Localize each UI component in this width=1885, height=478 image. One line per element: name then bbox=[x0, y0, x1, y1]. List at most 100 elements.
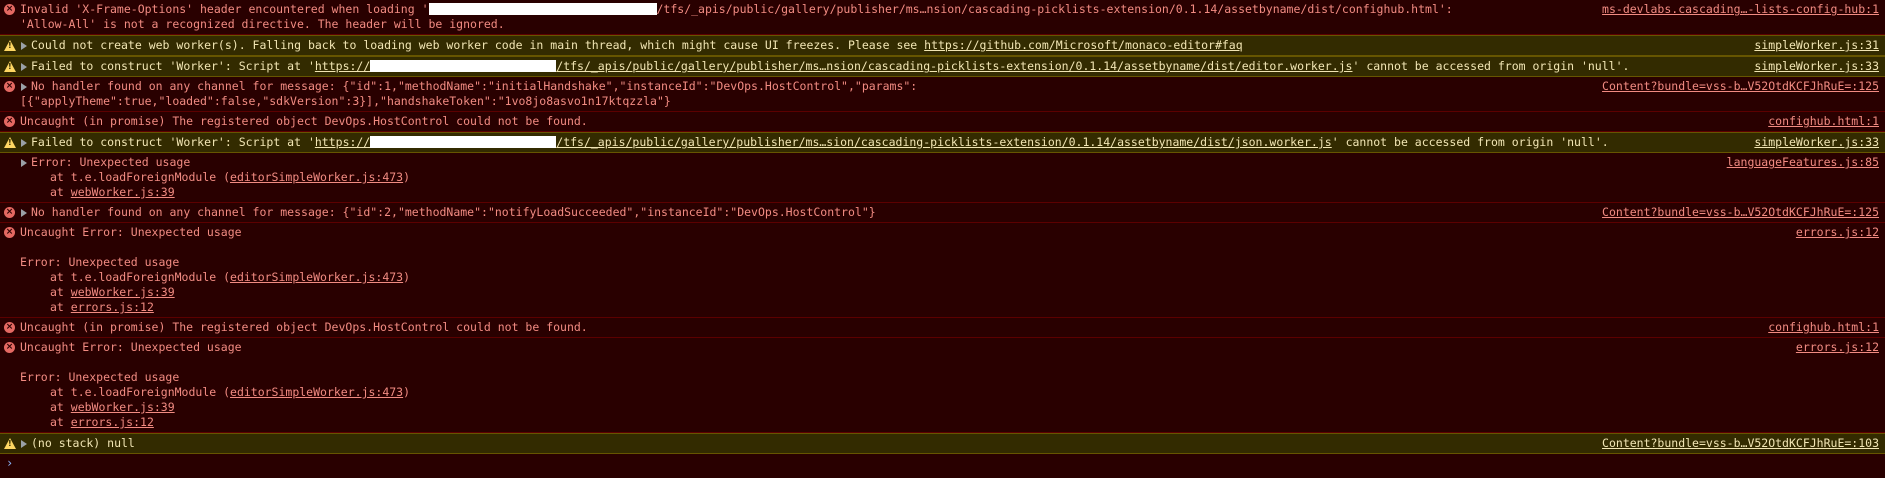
stack-frame-text: at bbox=[50, 285, 71, 299]
console-message-error[interactable]: Error: Unexpected usage at t.e.loadForei… bbox=[0, 153, 1885, 203]
warning-triangle-icon bbox=[4, 40, 16, 51]
worker-url-link[interactable]: https:// /tfs/_apis/public/gallery/publis… bbox=[315, 135, 1332, 149]
stack-frame-link[interactable]: webWorker.js:39 bbox=[71, 285, 175, 299]
message-body[interactable]: Error: Unexpected usage at t.e.loadForei… bbox=[20, 155, 1707, 200]
error-detail: Error: Unexpected usage bbox=[20, 370, 180, 384]
source-link[interactable]: simpleWorker.js:33 bbox=[1734, 135, 1879, 150]
gutter: × bbox=[4, 79, 20, 94]
message-text: Uncaught Error: Unexpected usage bbox=[20, 225, 242, 239]
expand-triangle-icon[interactable] bbox=[21, 62, 27, 71]
expand-triangle-icon[interactable] bbox=[21, 41, 27, 50]
stack-frame-text: at bbox=[50, 300, 71, 314]
error-circle-icon: × bbox=[4, 227, 15, 238]
gutter bbox=[4, 436, 20, 451]
expand-triangle-icon[interactable] bbox=[21, 138, 27, 147]
error-detail: Error: Unexpected usage bbox=[20, 255, 180, 269]
redacted-url bbox=[370, 60, 557, 72]
message-text: (no stack) null bbox=[31, 436, 135, 450]
warning-triangle-icon bbox=[4, 61, 16, 72]
stack-frame-text: ) bbox=[403, 270, 411, 284]
gutter: × bbox=[4, 225, 20, 240]
console-message-error[interactable]: × Uncaught Error: Unexpected usage Error… bbox=[0, 223, 1885, 318]
stack-frame: at webWorker.js:39 bbox=[20, 400, 175, 414]
source-link[interactable]: ms-devlabs.cascading…-lists-config-hub:1 bbox=[1582, 2, 1879, 17]
redacted-url bbox=[370, 136, 557, 148]
console-message-error[interactable]: × No handler found on any channel for me… bbox=[0, 77, 1885, 112]
console-message-warning[interactable]: Could not create web worker(s). Falling … bbox=[0, 35, 1885, 56]
stack-frame-link[interactable]: webWorker.js:39 bbox=[71, 185, 175, 199]
message-text: Uncaught (in promise) The registered obj… bbox=[20, 114, 588, 128]
message-body[interactable]: Uncaught Error: Unexpected usage Error: … bbox=[20, 225, 1776, 315]
stack-frame: at t.e.loadForeignModule (editorSimpleWo… bbox=[20, 270, 410, 284]
message-prefix: Failed to construct 'Worker': Script at … bbox=[31, 135, 315, 149]
gutter: × bbox=[4, 2, 20, 17]
message-suffix: ' cannot be accessed from origin 'null'. bbox=[1331, 135, 1609, 149]
devtools-console: × Invalid 'X-Frame-Options' header encou… bbox=[0, 0, 1885, 478]
gutter: × bbox=[4, 114, 20, 129]
message-body[interactable]: Could not create web worker(s). Falling … bbox=[20, 38, 1734, 53]
message-text: Could not create web worker(s). Falling … bbox=[31, 38, 925, 52]
console-message-warning[interactable]: Failed to construct 'Worker': Script at … bbox=[0, 132, 1885, 153]
console-message-warning[interactable]: Failed to construct 'Worker': Script at … bbox=[0, 56, 1885, 77]
warning-triangle-icon bbox=[4, 438, 16, 449]
message-body[interactable]: No handler found on any channel for mess… bbox=[20, 79, 1582, 109]
source-link[interactable]: errors.js:12 bbox=[1776, 225, 1879, 240]
gutter bbox=[4, 59, 20, 74]
message-body[interactable]: No handler found on any channel for mess… bbox=[20, 205, 1582, 220]
console-message-error[interactable]: × Uncaught (in promise) The registered o… bbox=[0, 318, 1885, 338]
url-start: https:// bbox=[314, 135, 371, 149]
error-circle-icon: × bbox=[4, 4, 15, 15]
source-link[interactable]: simpleWorker.js:31 bbox=[1734, 38, 1879, 53]
expand-triangle-icon[interactable] bbox=[21, 158, 27, 167]
stack-frame-link[interactable]: errors.js:12 bbox=[71, 300, 154, 314]
message-text: Uncaught (in promise) The registered obj… bbox=[20, 320, 588, 334]
message-body[interactable]: Uncaught Error: Unexpected usage Error: … bbox=[20, 340, 1776, 430]
expand-triangle-icon[interactable] bbox=[21, 208, 27, 217]
stack-frame-link[interactable]: errors.js:12 bbox=[71, 415, 154, 429]
message-text: No handler found on any channel for mess… bbox=[31, 79, 918, 93]
console-message-error[interactable]: × No handler found on any channel for me… bbox=[0, 203, 1885, 223]
source-link[interactable]: languageFeatures.js:85 bbox=[1707, 155, 1879, 170]
stack-frame-text: ) bbox=[403, 385, 411, 399]
message-prefix: Failed to construct 'Worker': Script at … bbox=[31, 59, 315, 73]
source-link[interactable]: Content?bundle=vss-b…V52OtdKCFJhRuE=:103 bbox=[1582, 436, 1879, 451]
message-body[interactable]: Uncaught (in promise) The registered obj… bbox=[20, 320, 1748, 335]
console-message-error[interactable]: × Invalid 'X-Frame-Options' header encou… bbox=[0, 0, 1885, 35]
error-circle-icon: × bbox=[4, 116, 15, 127]
stack-frame-link[interactable]: editorSimpleWorker.js:473 bbox=[230, 170, 403, 184]
stack-frame: at webWorker.js:39 bbox=[20, 285, 175, 299]
message-text-line2: 'Allow-All' is not a recognized directiv… bbox=[20, 17, 505, 31]
faq-link[interactable]: https://github.com/Microsoft/monaco-edit… bbox=[924, 38, 1243, 52]
source-link[interactable]: confighub.html:1 bbox=[1748, 320, 1879, 335]
console-message-warning[interactable]: (no stack) null Content?bundle=vss-b…V52… bbox=[0, 433, 1885, 454]
gutter bbox=[4, 38, 20, 53]
stack-frame: at t.e.loadForeignModule (editorSimpleWo… bbox=[20, 170, 410, 184]
console-message-error[interactable]: × Uncaught (in promise) The registered o… bbox=[0, 112, 1885, 132]
message-body[interactable]: (no stack) null bbox=[20, 436, 1582, 451]
message-body[interactable]: Failed to construct 'Worker': Script at … bbox=[20, 59, 1734, 74]
stack-frame: at t.e.loadForeignModule (editorSimpleWo… bbox=[20, 385, 410, 399]
message-text-line2: [{"applyTheme":true,"loaded":false,"sdkV… bbox=[20, 94, 671, 108]
stack-frame-text: ) bbox=[403, 170, 411, 184]
stack-frame: at webWorker.js:39 bbox=[20, 185, 175, 199]
expand-triangle-icon[interactable] bbox=[21, 439, 27, 448]
worker-url-link[interactable]: https:// /tfs/_apis/public/gallery/publis… bbox=[315, 59, 1353, 73]
source-link[interactable]: errors.js:12 bbox=[1776, 340, 1879, 355]
error-circle-icon: × bbox=[4, 207, 15, 218]
message-body[interactable]: Failed to construct 'Worker': Script at … bbox=[20, 135, 1734, 150]
source-link[interactable]: simpleWorker.js:33 bbox=[1734, 59, 1879, 74]
source-link[interactable]: Content?bundle=vss-b…V52OtdKCFJhRuE=:125 bbox=[1582, 79, 1879, 94]
stack-frame-link[interactable]: editorSimpleWorker.js:473 bbox=[230, 270, 403, 284]
message-body[interactable]: Uncaught (in promise) The registered obj… bbox=[20, 114, 1748, 129]
message-suffix: ' cannot be accessed from origin 'null'. bbox=[1352, 59, 1630, 73]
source-link[interactable]: Content?bundle=vss-b…V52OtdKCFJhRuE=:125 bbox=[1582, 205, 1879, 220]
console-message-error[interactable]: × Uncaught Error: Unexpected usage Error… bbox=[0, 338, 1885, 433]
expand-triangle-icon[interactable] bbox=[21, 82, 27, 91]
message-body[interactable]: Invalid 'X-Frame-Options' header encount… bbox=[20, 2, 1582, 32]
stack-frame-link[interactable]: editorSimpleWorker.js:473 bbox=[230, 385, 403, 399]
stack-frame-link[interactable]: webWorker.js:39 bbox=[71, 400, 175, 414]
source-link[interactable]: confighub.html:1 bbox=[1748, 114, 1879, 129]
url-start: https:// bbox=[314, 59, 371, 73]
console-prompt[interactable]: › bbox=[0, 454, 1885, 472]
stack-frame: at errors.js:12 bbox=[20, 300, 154, 314]
